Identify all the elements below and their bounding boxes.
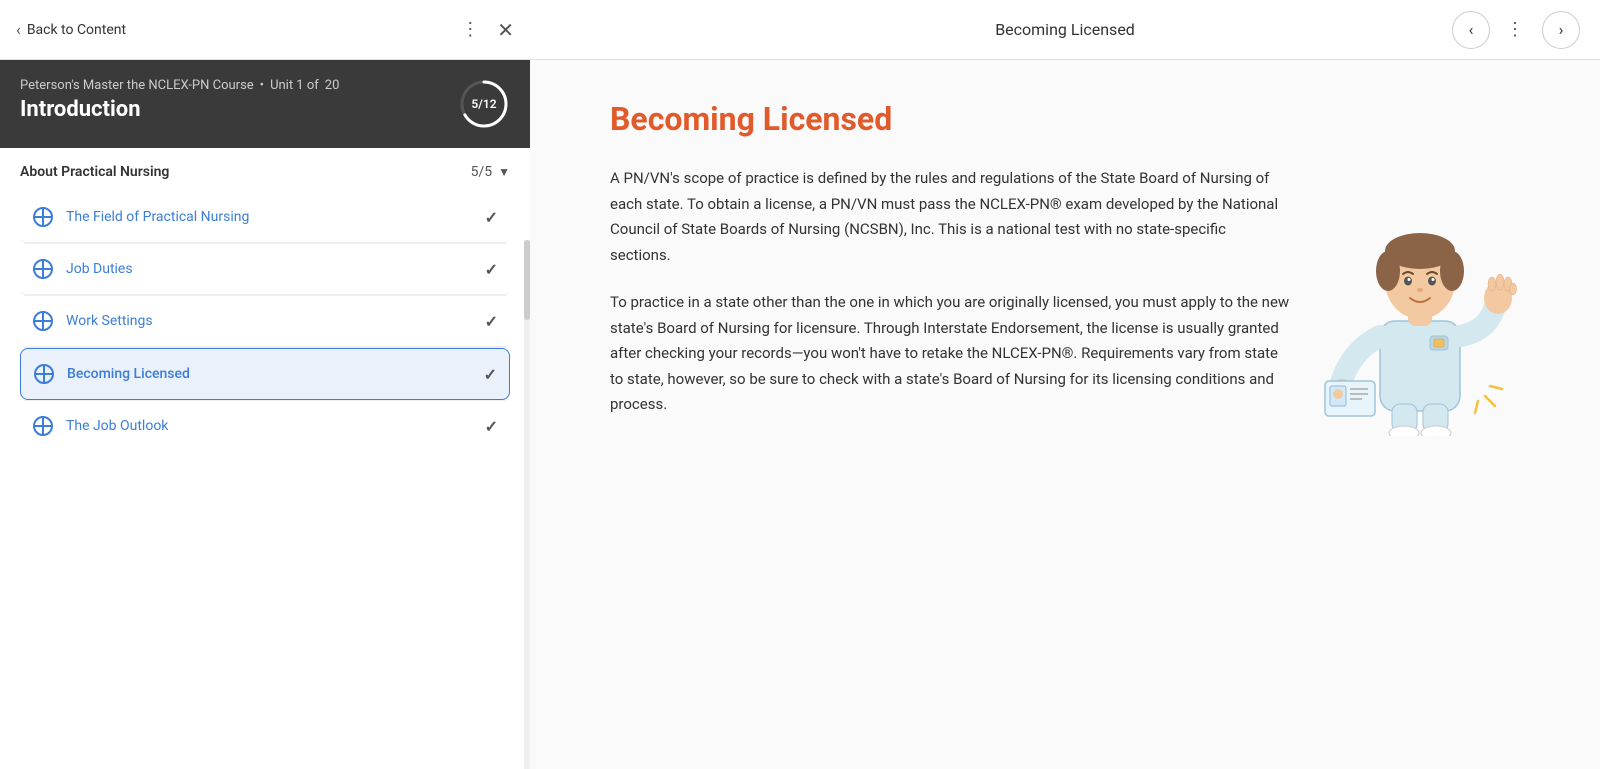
close-icon[interactable]: ✕ [497, 18, 514, 42]
lesson-item-2[interactable]: Job Duties ✓ [20, 244, 510, 295]
lesson-globe-icon [32, 206, 54, 228]
section-title: About Practical Nursing [20, 164, 169, 180]
paragraph-1: A PN/VN's scope of practice is defined b… [610, 166, 1290, 268]
sidebar-content: About Practical Nursing 5/5 ▼ The Field … [0, 148, 530, 769]
lesson-globe-icon [33, 363, 55, 385]
menu-dots-icon[interactable]: ⋮ [461, 19, 481, 40]
course-info: Peterson's Master the NCLEX-PN Course • … [20, 78, 458, 122]
right-top-nav: Becoming Licensed ‹ ⋮ › [530, 0, 1600, 60]
right-panel: Becoming Licensed ‹ ⋮ › Becoming License… [530, 0, 1600, 769]
course-name: Peterson's Master the NCLEX-PN Course [20, 78, 254, 93]
lesson-check-icon: ✓ [485, 312, 498, 331]
lesson-name: Becoming Licensed [67, 366, 472, 382]
lesson-name: Work Settings [66, 313, 473, 329]
top-nav-bar: ‹ Back to Content ⋮ ✕ [0, 0, 530, 60]
lesson-item-4[interactable]: Becoming Licensed ✓ [20, 348, 510, 400]
unit-total: 20 [325, 78, 340, 93]
lesson-name: The Job Outlook [66, 418, 473, 434]
lesson-check-icon: ✓ [485, 208, 498, 227]
nurse-illustration [1320, 176, 1540, 440]
course-header: Peterson's Master the NCLEX-PN Course • … [0, 60, 530, 148]
next-button[interactable]: › [1542, 11, 1580, 49]
nav-more-icon[interactable]: ⋮ [1502, 19, 1530, 40]
course-title: Introduction [20, 97, 458, 122]
lesson-item-1[interactable]: The Field of Practical Nursing ✓ [20, 192, 510, 243]
content-area: Becoming Licensed A PN/VN's scope of pra… [530, 60, 1600, 769]
progress-label: 5/12 [471, 97, 496, 111]
lesson-name: Job Duties [66, 261, 473, 277]
nav-buttons: ‹ ⋮ › [1452, 11, 1580, 49]
lesson-globe-icon [32, 415, 54, 437]
section-chevron-icon[interactable]: ▼ [498, 165, 510, 179]
paragraph-2: To practice in a state other than the on… [610, 290, 1290, 418]
left-panel-wrapper: ‹ Back to Content ⋮ ✕ Peterson's Master … [0, 0, 530, 769]
back-label: Back to Content [27, 22, 126, 38]
lesson-globe-icon [32, 258, 54, 280]
nav-actions: ⋮ ✕ [461, 18, 514, 42]
back-to-content-link[interactable]: ‹ Back to Content [16, 20, 126, 39]
section-count: 5/5 ▼ [471, 164, 510, 180]
lesson-check-icon: ✓ [485, 260, 498, 279]
page-heading: Becoming Licensed [610, 100, 1540, 138]
text-section: A PN/VN's scope of practice is defined b… [610, 166, 1290, 440]
lesson-globe-icon [32, 310, 54, 332]
content-body: A PN/VN's scope of practice is defined b… [610, 166, 1540, 440]
prev-button[interactable]: ‹ [1452, 11, 1490, 49]
lesson-name: The Field of Practical Nursing [66, 209, 473, 225]
lesson-item-5[interactable]: The Job Outlook ✓ [20, 401, 510, 451]
section-header: About Practical Nursing 5/5 ▼ [20, 164, 510, 180]
course-meta: Peterson's Master the NCLEX-PN Course • … [20, 78, 458, 93]
lesson-check-icon: ✓ [485, 417, 498, 436]
lesson-list: The Field of Practical Nursing✓Job Dutie… [20, 192, 510, 451]
lesson-check-icon: ✓ [484, 365, 497, 384]
lesson-item-3[interactable]: Work Settings ✓ [20, 296, 510, 347]
right-panel-title: Becoming Licensed [995, 20, 1135, 39]
progress-circle: 5/12 [458, 78, 510, 130]
unit-label: Unit 1 of [270, 78, 319, 93]
back-chevron-icon: ‹ [16, 20, 21, 39]
